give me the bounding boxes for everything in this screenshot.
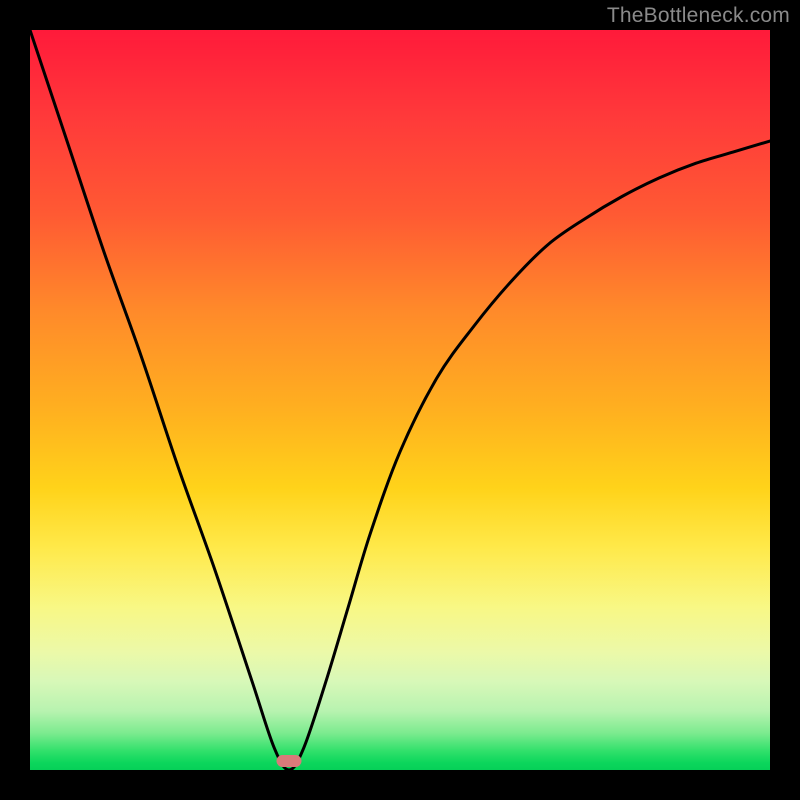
watermark-text: TheBottleneck.com [607, 4, 790, 28]
plot-area [30, 30, 770, 770]
chart-curve [30, 30, 770, 770]
chart-stage: TheBottleneck.com [0, 0, 800, 800]
min-marker [277, 755, 302, 767]
